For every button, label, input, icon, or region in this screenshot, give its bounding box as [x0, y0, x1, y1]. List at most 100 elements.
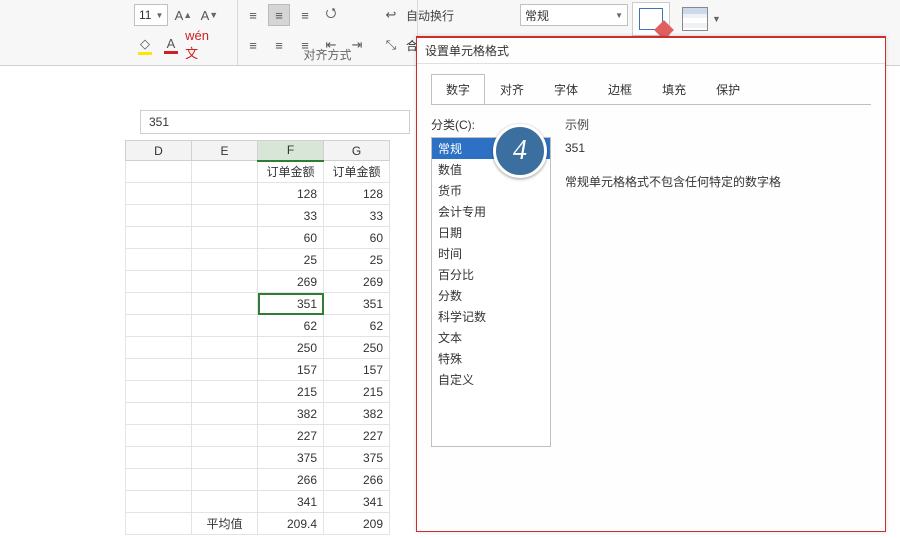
- cell[interactable]: [192, 337, 258, 359]
- cell[interactable]: 33: [258, 205, 324, 227]
- category-item[interactable]: 时间: [432, 243, 550, 264]
- cell[interactable]: [126, 447, 192, 469]
- dialog-tab[interactable]: 保护: [701, 74, 755, 105]
- fill-color-icon[interactable]: ◇: [134, 34, 156, 56]
- cell[interactable]: [126, 513, 192, 535]
- cell[interactable]: [192, 381, 258, 403]
- align-top-icon[interactable]: ≡: [242, 4, 264, 26]
- cell[interactable]: 351: [258, 293, 324, 315]
- category-item[interactable]: 会计专用: [432, 201, 550, 222]
- decrease-font-icon[interactable]: A▼: [198, 4, 220, 26]
- cell[interactable]: [192, 491, 258, 513]
- cell[interactable]: 60: [258, 227, 324, 249]
- cell[interactable]: 209.4: [258, 513, 324, 535]
- cell[interactable]: [126, 315, 192, 337]
- cell[interactable]: [126, 249, 192, 271]
- cell[interactable]: [126, 491, 192, 513]
- spreadsheet-grid[interactable]: DEFG 订单金额订单金额128128333360602525269269351…: [125, 140, 390, 535]
- cell[interactable]: 341: [324, 491, 390, 513]
- cell[interactable]: 250: [258, 337, 324, 359]
- cell[interactable]: [126, 205, 192, 227]
- number-format-select[interactable]: 常规 ▼: [520, 4, 628, 26]
- cell[interactable]: 128: [258, 183, 324, 205]
- wrap-text-label[interactable]: 自动换行: [406, 7, 454, 24]
- cell[interactable]: 25: [324, 249, 390, 271]
- cell[interactable]: [192, 469, 258, 491]
- cell[interactable]: 62: [324, 315, 390, 337]
- category-item[interactable]: 分数: [432, 285, 550, 306]
- cell[interactable]: [192, 183, 258, 205]
- cell[interactable]: 375: [324, 447, 390, 469]
- font-color-icon[interactable]: A: [160, 34, 182, 56]
- cell[interactable]: 157: [258, 359, 324, 381]
- font-size-select[interactable]: 11▼: [134, 4, 168, 26]
- cell[interactable]: [126, 183, 192, 205]
- cell[interactable]: 157: [324, 359, 390, 381]
- cell[interactable]: [126, 403, 192, 425]
- column-header[interactable]: F: [258, 141, 324, 161]
- category-item[interactable]: 自定义: [432, 369, 550, 390]
- cell[interactable]: [192, 403, 258, 425]
- dialog-tab[interactable]: 边框: [593, 74, 647, 105]
- cell[interactable]: 215: [258, 381, 324, 403]
- cell[interactable]: 33: [324, 205, 390, 227]
- cell[interactable]: [192, 271, 258, 293]
- cell[interactable]: [126, 227, 192, 249]
- category-item[interactable]: 百分比: [432, 264, 550, 285]
- header-cell[interactable]: 订单金额: [324, 161, 390, 183]
- cell[interactable]: 269: [258, 271, 324, 293]
- cell[interactable]: 250: [324, 337, 390, 359]
- conditional-format-icon[interactable]: [632, 2, 670, 36]
- cell[interactable]: [126, 469, 192, 491]
- cell[interactable]: 266: [258, 469, 324, 491]
- category-item[interactable]: 科学记数: [432, 306, 550, 327]
- cell[interactable]: 227: [324, 425, 390, 447]
- cell[interactable]: [126, 337, 192, 359]
- dialog-tab[interactable]: 对齐: [485, 74, 539, 105]
- orientation-icon[interactable]: ⭯: [320, 4, 342, 26]
- increase-font-icon[interactable]: A▲: [172, 4, 194, 26]
- formula-bar[interactable]: 351: [140, 110, 410, 134]
- cell[interactable]: 375: [258, 447, 324, 469]
- dialog-tab[interactable]: 数字: [431, 74, 485, 105]
- dialog-tab[interactable]: 字体: [539, 74, 593, 105]
- cell[interactable]: [192, 249, 258, 271]
- cell[interactable]: 209: [324, 513, 390, 535]
- cell[interactable]: 62: [258, 315, 324, 337]
- cell[interactable]: 341: [258, 491, 324, 513]
- category-item[interactable]: 货币: [432, 180, 550, 201]
- cell[interactable]: [126, 359, 192, 381]
- cell[interactable]: [126, 425, 192, 447]
- phonetic-icon[interactable]: wén文: [186, 34, 208, 56]
- cell[interactable]: [192, 205, 258, 227]
- cell[interactable]: 227: [258, 425, 324, 447]
- cell[interactable]: 351: [324, 293, 390, 315]
- cell[interactable]: 215: [324, 381, 390, 403]
- cell[interactable]: 266: [324, 469, 390, 491]
- cell[interactable]: 128: [324, 183, 390, 205]
- column-header[interactable]: D: [126, 141, 192, 161]
- cell[interactable]: [192, 425, 258, 447]
- align-middle-icon[interactable]: ≡: [268, 4, 290, 26]
- cell[interactable]: 382: [324, 403, 390, 425]
- merge-cells-icon[interactable]: ⤡: [380, 34, 402, 56]
- cell[interactable]: 25: [258, 249, 324, 271]
- format-as-table-icon[interactable]: ▼: [682, 2, 742, 36]
- cell[interactable]: 60: [324, 227, 390, 249]
- wrap-text-icon[interactable]: ↩: [380, 4, 402, 26]
- cell[interactable]: [126, 293, 192, 315]
- header-cell[interactable]: [126, 161, 192, 183]
- column-header[interactable]: E: [192, 141, 258, 161]
- category-item[interactable]: 文本: [432, 327, 550, 348]
- category-list[interactable]: 常规数值货币会计专用日期时间百分比分数科学记数文本特殊自定义: [431, 137, 551, 447]
- cell[interactable]: [192, 447, 258, 469]
- dialog-tab[interactable]: 填充: [647, 74, 701, 105]
- cell[interactable]: [192, 227, 258, 249]
- cell[interactable]: 382: [258, 403, 324, 425]
- cell[interactable]: [126, 381, 192, 403]
- align-bottom-icon[interactable]: ≡: [294, 4, 316, 26]
- category-item[interactable]: 日期: [432, 222, 550, 243]
- header-cell[interactable]: 订单金额: [258, 161, 324, 183]
- cell[interactable]: [126, 271, 192, 293]
- category-item[interactable]: 特殊: [432, 348, 550, 369]
